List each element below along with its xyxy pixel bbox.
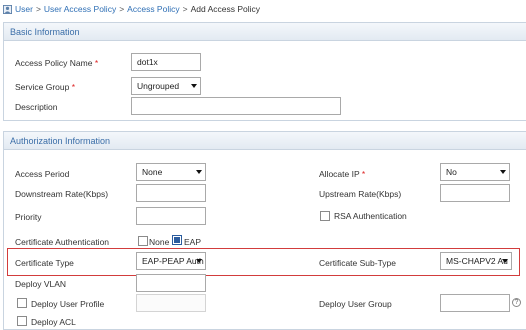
authorization-information-title: Authorization Information — [4, 132, 526, 150]
certificate-type-label: Certificate Type — [15, 258, 74, 268]
rsa-authentication-checkbox[interactable] — [320, 211, 330, 221]
deploy-acl-checkbox[interactable] — [17, 316, 27, 326]
deploy-user-group-label: Deploy User Group — [319, 299, 392, 309]
certificate-type-value: EAP-PEAP Auth — [142, 256, 204, 266]
chevron-down-icon — [196, 170, 202, 174]
required-mark: * — [94, 58, 99, 68]
allocate-ip-select[interactable]: No — [440, 163, 510, 181]
deploy-user-profile-checkbox[interactable] — [17, 298, 27, 308]
chevron-down-icon — [191, 84, 197, 88]
deploy-acl-label: Deploy ACL — [31, 317, 76, 327]
breadcrumb-separator: > — [35, 4, 41, 14]
service-group-label: Service Group * — [15, 82, 75, 92]
allocate-ip-label: Allocate IP * — [319, 169, 365, 179]
deploy-vlan-input[interactable] — [136, 274, 206, 292]
user-icon — [3, 4, 12, 14]
allocate-ip-label-text: Allocate IP — [319, 169, 360, 179]
breadcrumb-separator: > — [182, 4, 188, 14]
basic-information-title: Basic Information — [4, 23, 526, 41]
chevron-down-icon — [500, 170, 506, 174]
description-label: Description — [15, 102, 58, 112]
breadcrumb-user-access-policy-link[interactable]: User Access Policy — [44, 4, 116, 14]
access-period-label: Access Period — [15, 169, 70, 179]
certificate-authentication-label: Certificate Authentication — [15, 237, 110, 247]
access-policy-name-label: Access Policy Name * — [15, 58, 98, 68]
upstream-rate-input[interactable] — [440, 184, 510, 202]
deploy-user-profile-input[interactable] — [136, 294, 206, 312]
breadcrumb-user-link[interactable]: User — [15, 4, 33, 14]
service-group-label-text: Service Group — [15, 82, 70, 92]
description-input[interactable] — [131, 97, 341, 115]
certificate-none-checkbox[interactable] — [138, 236, 148, 246]
certificate-eap-label: EAP — [184, 237, 202, 247]
certificate-subtype-select[interactable]: MS-CHAPV2 Au — [440, 252, 512, 270]
certificate-subtype-value: MS-CHAPV2 Au — [446, 256, 508, 266]
breadcrumb-current: Add Access Policy — [190, 4, 261, 14]
upstream-rate-label: Upstream Rate(Kbps) — [319, 189, 402, 199]
deploy-user-group-input[interactable] — [440, 294, 510, 312]
priority-label: Priority — [15, 212, 42, 222]
access-policy-name-label-text: Access Policy Name — [15, 58, 93, 68]
service-group-select[interactable]: Ungrouped — [131, 77, 201, 95]
deploy-vlan-label: Deploy VLAN — [15, 279, 67, 289]
help-icon[interactable]: ? — [512, 298, 521, 307]
certificate-subtype-label: Certificate Sub-Type — [319, 258, 397, 268]
downstream-rate-input[interactable] — [136, 184, 206, 202]
access-policy-name-input[interactable]: dot1x — [131, 53, 201, 71]
required-mark: * — [71, 82, 76, 92]
chevron-down-icon — [196, 259, 202, 263]
priority-input[interactable] — [136, 207, 206, 225]
chevron-down-icon — [502, 259, 508, 263]
breadcrumb-access-policy-link[interactable]: Access Policy — [127, 4, 179, 14]
access-period-value: None — [142, 167, 163, 177]
downstream-rate-label: Downstream Rate(Kbps) — [15, 189, 109, 199]
breadcrumb: User > User Access Policy > Access Polic… — [3, 3, 260, 15]
certificate-none-label: None — [149, 237, 170, 247]
deploy-user-profile-label: Deploy User Profile — [31, 299, 105, 309]
certificate-eap-checkbox[interactable] — [172, 235, 182, 245]
required-mark: * — [361, 169, 366, 179]
rsa-authentication-label: RSA Authentication — [334, 211, 407, 221]
service-group-value: Ungrouped — [137, 81, 180, 91]
allocate-ip-value: No — [446, 167, 457, 177]
certificate-type-select[interactable]: EAP-PEAP Auth — [136, 252, 206, 270]
breadcrumb-separator: > — [119, 4, 125, 14]
access-period-select[interactable]: None — [136, 163, 206, 181]
